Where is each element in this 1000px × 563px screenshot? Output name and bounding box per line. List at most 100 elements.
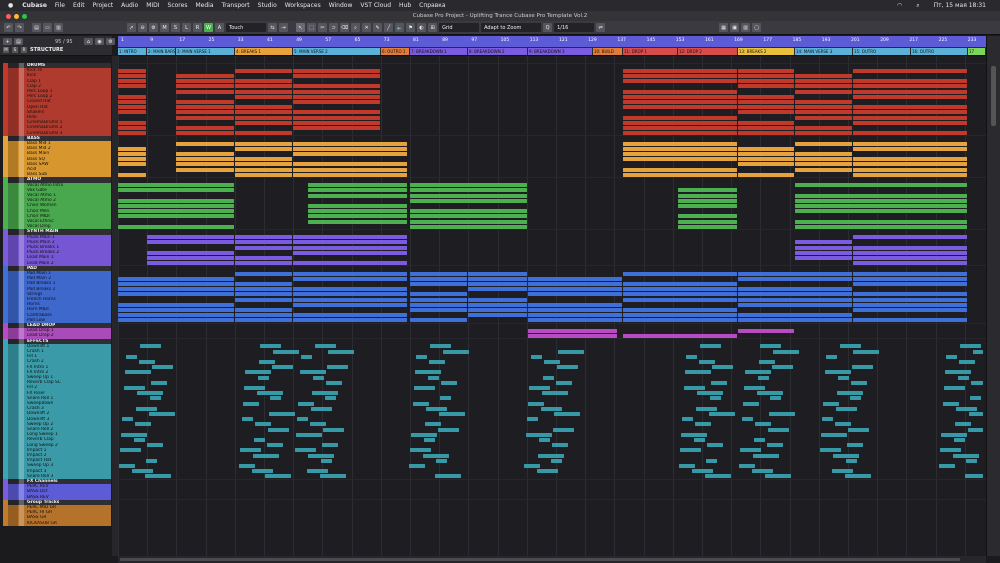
event-part[interactable] — [680, 448, 701, 453]
event-part[interactable] — [253, 453, 279, 458]
event-part[interactable] — [118, 105, 146, 110]
arrangement-area[interactable] — [118, 56, 986, 556]
event-part[interactable] — [544, 360, 560, 364]
menu-item-справка[interactable]: Справка — [419, 0, 445, 11]
event-part[interactable] — [795, 100, 852, 104]
event-part[interactable] — [273, 349, 299, 354]
event-part[interactable] — [833, 453, 859, 458]
clock[interactable]: Пт, 15 мая 18:31 — [934, 0, 986, 11]
event-part[interactable] — [176, 84, 234, 89]
event-part[interactable] — [695, 422, 711, 427]
event-part[interactable] — [623, 313, 737, 318]
event-part[interactable] — [623, 105, 737, 110]
event-part[interactable] — [176, 141, 234, 146]
event-part[interactable] — [235, 94, 292, 99]
event-part[interactable] — [709, 412, 735, 416]
event-part[interactable] — [293, 297, 407, 302]
event-part[interactable] — [623, 308, 737, 312]
event-part[interactable] — [410, 292, 467, 297]
event-part[interactable] — [760, 344, 781, 349]
event-part[interactable] — [308, 193, 407, 198]
event-part[interactable] — [527, 417, 538, 422]
event-part[interactable] — [953, 453, 979, 458]
event-part[interactable] — [623, 271, 737, 276]
event-part[interactable] — [682, 417, 693, 422]
event-part[interactable] — [757, 391, 783, 396]
event-part[interactable] — [243, 401, 259, 406]
menu-item-midi[interactable]: MIDI — [146, 0, 159, 11]
event-part[interactable] — [416, 354, 427, 359]
event-part[interactable] — [293, 271, 407, 276]
menu-item-project[interactable]: Project — [93, 0, 114, 11]
event-part[interactable] — [293, 152, 407, 156]
event-part[interactable] — [851, 380, 867, 385]
quantize-select[interactable]: 1/16 — [554, 23, 595, 32]
event-part[interactable] — [255, 422, 271, 427]
event-part[interactable] — [122, 417, 133, 422]
event-part[interactable] — [146, 458, 157, 463]
event-part[interactable] — [759, 360, 775, 364]
automation-mode-select[interactable]: Touch — [226, 23, 266, 32]
event-part[interactable] — [853, 84, 967, 89]
event-part[interactable] — [539, 438, 550, 442]
event-part[interactable] — [823, 401, 839, 406]
event-part[interactable] — [293, 167, 407, 172]
event-part[interactable] — [795, 240, 852, 245]
lower-zone-toggle-icon[interactable]: ▭ — [43, 23, 52, 32]
menu-item-audio[interactable]: Audio — [121, 0, 138, 11]
event-part[interactable] — [795, 126, 852, 130]
event-part[interactable] — [742, 417, 753, 422]
event-part[interactable] — [853, 167, 967, 172]
event-part[interactable] — [118, 110, 146, 115]
event-part[interactable] — [853, 302, 967, 307]
event-part[interactable] — [118, 209, 234, 214]
event-part[interactable] — [795, 141, 852, 146]
event-part[interactable] — [440, 396, 451, 401]
marker-5[interactable]: 5: MAIN VERSE 2 — [293, 48, 380, 55]
event-part[interactable] — [295, 448, 316, 453]
event-part[interactable] — [853, 79, 967, 84]
event-part[interactable] — [623, 146, 737, 151]
event-part[interactable] — [738, 297, 852, 302]
iterative-quantize-icon[interactable]: ⇌ — [596, 23, 606, 32]
event-part[interactable] — [323, 427, 344, 432]
event-part[interactable] — [738, 302, 852, 307]
event-part[interactable] — [738, 94, 794, 99]
quantize-icon[interactable]: Q — [543, 23, 553, 32]
event-part[interactable] — [795, 209, 967, 214]
event-part[interactable] — [740, 448, 761, 453]
event-part[interactable] — [438, 427, 459, 432]
marker-17[interactable]: 17 — [968, 48, 985, 55]
marker-8[interactable]: 8: BREAKDOWN 2 — [468, 48, 527, 55]
event-part[interactable] — [293, 94, 380, 99]
event-part[interactable] — [176, 157, 234, 162]
event-part[interactable] — [623, 292, 737, 297]
event-part[interactable] — [526, 432, 552, 437]
event-part[interactable] — [623, 74, 737, 78]
event-part[interactable] — [538, 453, 564, 458]
event-part[interactable] — [151, 380, 167, 385]
horizontal-scrollbar[interactable] — [118, 556, 986, 563]
event-part[interactable] — [118, 94, 146, 99]
event-part[interactable] — [428, 375, 439, 380]
mute-all-button[interactable]: M — [160, 23, 169, 32]
event-part[interactable] — [118, 120, 146, 125]
event-part[interactable] — [240, 448, 261, 453]
event-part[interactable] — [939, 464, 955, 468]
marker-16[interactable]: 16: OUTRO — [911, 48, 967, 55]
event-part[interactable] — [124, 386, 145, 390]
event-part[interactable] — [259, 360, 275, 364]
event-part[interactable] — [413, 401, 429, 406]
event-part[interactable] — [853, 282, 967, 286]
event-part[interactable] — [969, 412, 983, 416]
event-part[interactable] — [710, 396, 721, 401]
inspector-toggle-icon[interactable]: ▤ — [32, 23, 41, 32]
event-part[interactable] — [694, 438, 705, 442]
event-part[interactable] — [410, 198, 527, 203]
event-part[interactable] — [258, 375, 269, 380]
event-part[interactable] — [738, 157, 794, 162]
event-part[interactable] — [755, 422, 771, 427]
marker-7[interactable]: 7: BREAKDOWN 1 — [410, 48, 467, 55]
event-part[interactable] — [847, 443, 863, 448]
redo-icon[interactable]: ↷ — [15, 23, 24, 32]
